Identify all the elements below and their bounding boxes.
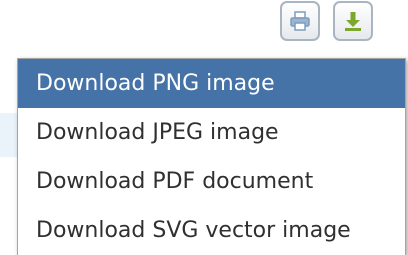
menu-item-download-svg[interactable]: Download SVG vector image xyxy=(18,206,405,255)
download-button[interactable] xyxy=(333,1,373,41)
menu-item-download-png[interactable]: Download PNG image xyxy=(18,59,405,108)
printer-icon xyxy=(290,11,310,31)
export-menu: Download PNG image Download JPEG image D… xyxy=(17,58,406,255)
menu-item-label: Download PDF document xyxy=(36,169,314,194)
menu-item-label: Download PNG image xyxy=(36,71,275,96)
menu-item-download-jpeg[interactable]: Download JPEG image xyxy=(18,108,405,157)
download-arrow-icon xyxy=(345,12,361,31)
menu-item-download-pdf[interactable]: Download PDF document xyxy=(18,157,405,206)
print-button[interactable] xyxy=(280,1,320,41)
menu-item-label: Download JPEG image xyxy=(36,120,279,145)
menu-item-label: Download SVG vector image xyxy=(36,218,351,243)
